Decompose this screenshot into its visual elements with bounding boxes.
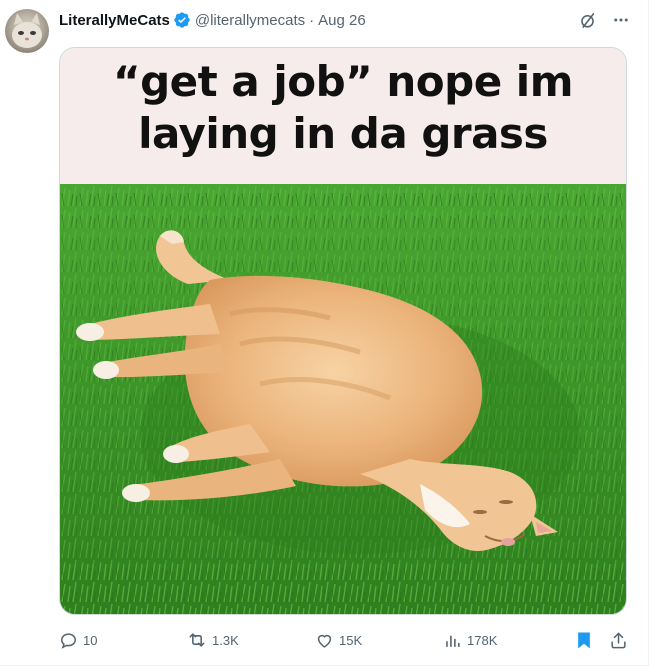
tweet-actions-bar: 10 1.3K 15K 178K bbox=[59, 629, 634, 651]
reply-button[interactable]: 10 bbox=[59, 631, 97, 650]
like-icon bbox=[315, 631, 334, 650]
views-button[interactable]: 178K bbox=[443, 631, 497, 650]
tweet-date[interactable]: Aug 26 bbox=[318, 12, 366, 29]
share-button[interactable] bbox=[609, 631, 628, 650]
more-icon[interactable] bbox=[611, 10, 631, 30]
meme-caption: “get a job” nope im laying in da grass bbox=[60, 48, 626, 184]
share-icon bbox=[609, 631, 628, 650]
repost-button[interactable]: 1.3K bbox=[187, 630, 239, 650]
like-button[interactable]: 15K bbox=[315, 631, 362, 650]
repost-count: 1.3K bbox=[212, 632, 239, 648]
reply-icon bbox=[59, 631, 78, 650]
views-count: 178K bbox=[467, 632, 498, 648]
repost-icon bbox=[187, 630, 207, 650]
meme-caption-line-2: laying in da grass bbox=[138, 109, 548, 158]
display-name[interactable]: LiterallyMeCats bbox=[59, 12, 170, 29]
tweet-media[interactable]: “get a job” nope im laying in da grass bbox=[59, 47, 627, 615]
bookmark-icon bbox=[574, 630, 594, 650]
avatar[interactable] bbox=[5, 9, 49, 53]
header-actions bbox=[577, 10, 631, 30]
separator-dot: · bbox=[309, 11, 315, 29]
bookmark-button[interactable] bbox=[574, 630, 594, 650]
like-count: 15K bbox=[339, 632, 363, 648]
views-icon bbox=[443, 631, 462, 650]
user-handle[interactable]: @literallymecats bbox=[195, 12, 305, 29]
verified-badge-icon bbox=[173, 11, 191, 29]
meme-caption-line-1: “get a job” nope im bbox=[113, 57, 573, 106]
cat-in-grass-image bbox=[60, 184, 626, 614]
grok-icon[interactable] bbox=[577, 10, 597, 30]
tweet-header: LiterallyMeCats @literallymecats · Aug 2… bbox=[59, 10, 366, 30]
reply-count: 10 bbox=[83, 632, 98, 648]
